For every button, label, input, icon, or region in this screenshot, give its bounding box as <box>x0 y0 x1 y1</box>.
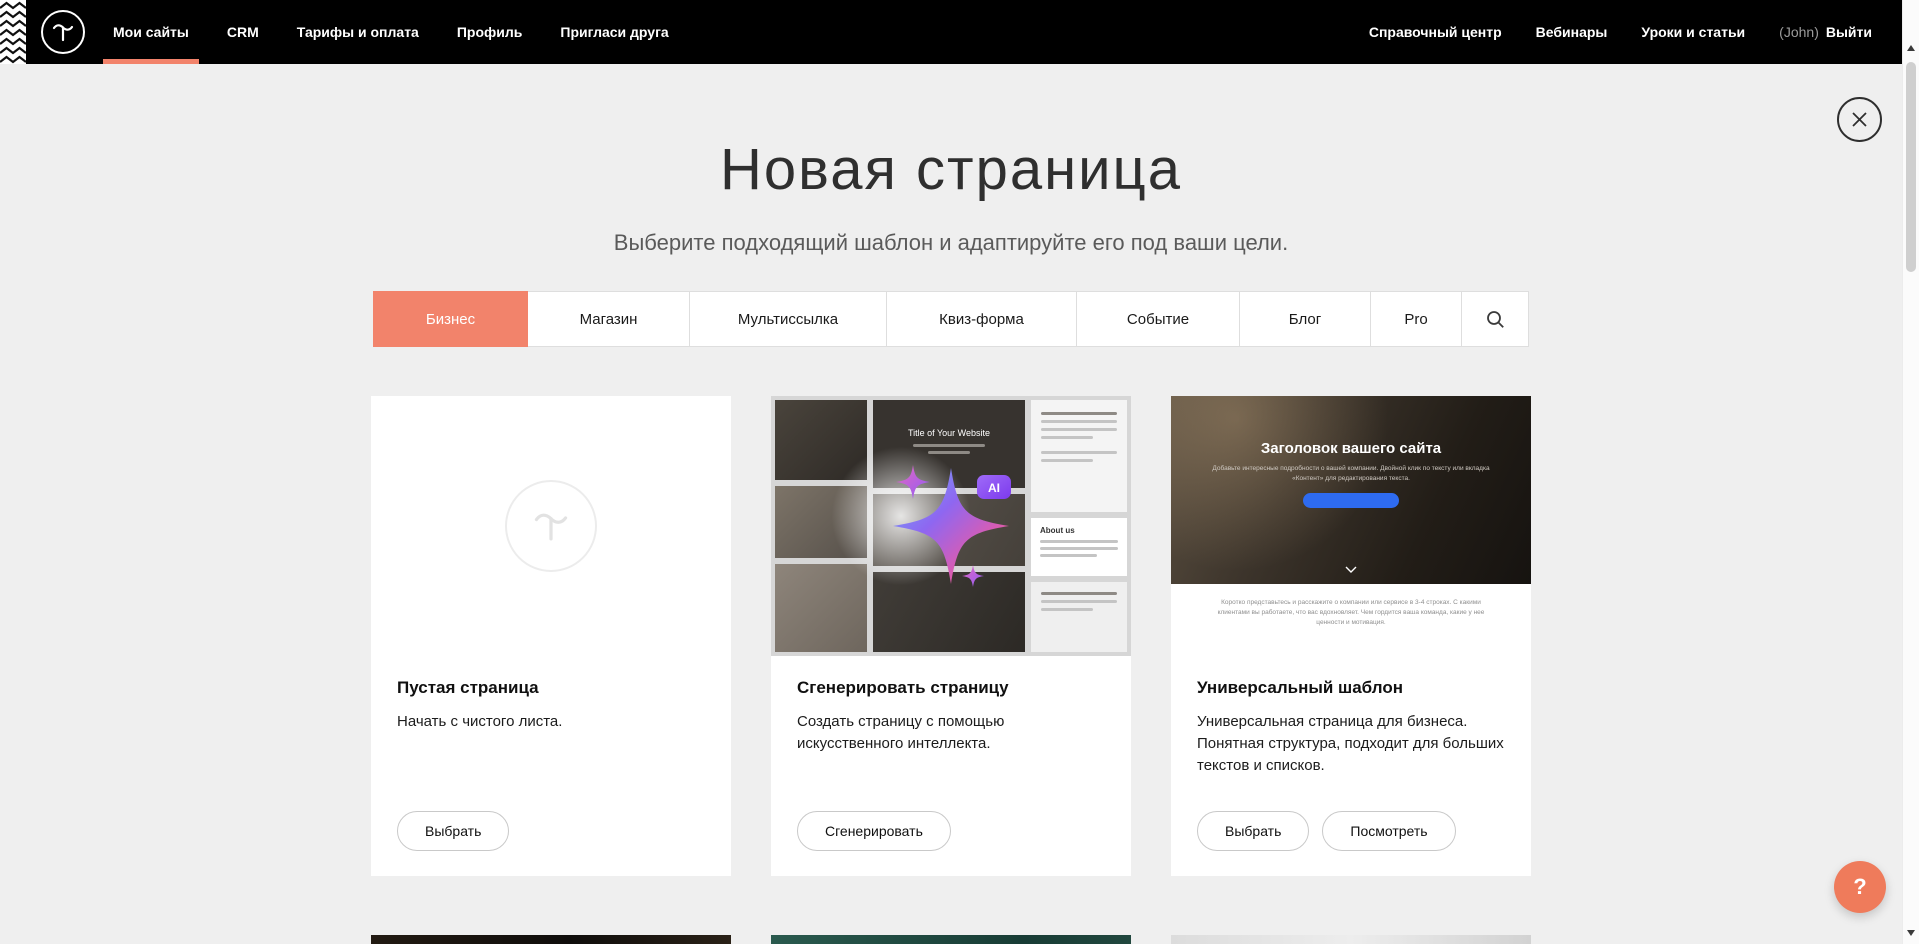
card-body: Универсальный шаблон Универсальная стран… <box>1171 656 1531 776</box>
choose-blank-button[interactable]: Выбрать <box>397 811 509 851</box>
nav-pricing[interactable]: Тарифы и оплата <box>297 0 419 64</box>
navbar-right-menu: Справочный центр Вебинары Уроки и статьи… <box>1369 0 1872 64</box>
card-body: Сгенерировать страницу Создать страницу … <box>771 656 1131 755</box>
card-actions: Выбрать Посмотреть <box>1171 811 1531 876</box>
close-icon <box>1851 111 1868 128</box>
scroll-down-arrow-icon[interactable] <box>1903 925 1919 941</box>
preview-universal-button[interactable]: Посмотреть <box>1322 811 1455 851</box>
card-title: Сгенерировать страницу <box>797 678 1105 698</box>
template-hero-heading: Заголовок вашего сайта <box>1261 440 1441 457</box>
universal-template-preview: Заголовок вашего сайта Добавьте интересн… <box>1171 396 1531 656</box>
zigzag-decoration-icon <box>0 0 26 64</box>
main-content: Новая страница Выберите подходящий шабло… <box>0 64 1902 944</box>
template-cards-row: Пустая страница Начать с чистого листа. … <box>371 396 1531 876</box>
tab-business[interactable]: Бизнес <box>373 291 528 347</box>
user-block: (John) Выйти <box>1779 24 1872 40</box>
card-actions: Выбрать <box>371 811 731 876</box>
logout-link[interactable]: Выйти <box>1826 24 1872 40</box>
template-thumbnail[interactable] <box>371 935 731 944</box>
card-body: Пустая страница Начать с чистого листа. <box>371 656 731 733</box>
card-blank-page: Пустая страница Начать с чистого листа. … <box>371 396 731 876</box>
tab-search[interactable] <box>1462 291 1529 347</box>
tilda-logo-icon <box>51 19 75 45</box>
card-title: Пустая страница <box>397 678 705 698</box>
template-about-section: Коротко представьтесь и расскажите о ком… <box>1171 584 1531 656</box>
nav-lessons[interactable]: Уроки и статьи <box>1641 24 1745 40</box>
nav-help-center[interactable]: Справочный центр <box>1369 24 1502 40</box>
tab-blog[interactable]: Блог <box>1240 291 1371 347</box>
template-hero-section: Заголовок вашего сайта Добавьте интересн… <box>1171 396 1531 584</box>
tab-quiz-form[interactable]: Квиз-форма <box>887 291 1077 347</box>
card-title: Универсальный шаблон <box>1197 678 1505 698</box>
nav-crm[interactable]: CRM <box>227 0 259 64</box>
card-universal-template: Заголовок вашего сайта Добавьте интересн… <box>1171 396 1531 876</box>
template-thumbnail[interactable] <box>771 935 1131 944</box>
ai-star-graphic: AI <box>821 406 1081 646</box>
scrollbar-thumb[interactable] <box>1906 62 1916 272</box>
tilda-watermark-icon <box>505 480 597 572</box>
scroll-up-arrow-icon[interactable] <box>1903 40 1919 56</box>
card-actions: Сгенерировать <box>771 811 1131 876</box>
top-navbar: Мои сайты CRM Тарифы и оплата Профиль Пр… <box>0 0 1902 64</box>
template-category-tabs: Бизнес Магазин Мультиссылка Квиз-форма С… <box>373 291 1529 347</box>
page-subtitle: Выберите подходящий шаблон и адаптируйте… <box>0 230 1902 256</box>
page-scrollbar[interactable] <box>1902 0 1919 944</box>
nav-webinars[interactable]: Вебинары <box>1536 24 1608 40</box>
search-icon <box>1486 310 1505 329</box>
card-description: Универсальная страница для бизнеса. Поня… <box>1197 711 1505 776</box>
page-title: Новая страница <box>0 136 1902 203</box>
user-name: (John) <box>1779 24 1819 40</box>
choose-universal-button[interactable]: Выбрать <box>1197 811 1309 851</box>
card-description: Создать страницу с помощью искусственног… <box>797 711 1105 755</box>
close-button[interactable] <box>1837 97 1882 142</box>
card-description: Начать с чистого листа. <box>397 711 705 733</box>
generate-button[interactable]: Сгенерировать <box>797 811 951 851</box>
navbar-left-menu: Мои сайты CRM Тарифы и оплата Профиль Пр… <box>113 0 707 64</box>
help-chat-button[interactable]: ? <box>1834 861 1886 913</box>
ai-badge: AI <box>977 475 1011 499</box>
nav-profile[interactable]: Профиль <box>457 0 523 64</box>
tab-multilink[interactable]: Мультиссылка <box>690 291 887 347</box>
card-ai-generate: Title of Your Website <box>771 396 1131 876</box>
svg-text:AI: AI <box>988 481 1000 495</box>
nav-my-sites[interactable]: Мои сайты <box>113 0 189 64</box>
tilda-logo[interactable] <box>41 10 85 54</box>
blank-page-preview <box>371 396 731 656</box>
template-body-text: Коротко представьтесь и расскажите о ком… <box>1215 598 1487 656</box>
tab-store[interactable]: Магазин <box>528 291 690 347</box>
nav-invite-friend[interactable]: Пригласи друга <box>560 0 668 64</box>
tab-event[interactable]: Событие <box>1077 291 1240 347</box>
template-thumbnail[interactable] <box>1171 935 1531 944</box>
chevron-down-icon <box>1345 560 1357 578</box>
tab-pro[interactable]: Pro <box>1371 291 1462 347</box>
template-cta-button <box>1303 493 1399 508</box>
template-hero-subtext: Добавьте интересные подробности о вашей … <box>1208 464 1494 484</box>
next-templates-row <box>371 935 1531 944</box>
ai-generate-preview: Title of Your Website <box>771 396 1131 656</box>
